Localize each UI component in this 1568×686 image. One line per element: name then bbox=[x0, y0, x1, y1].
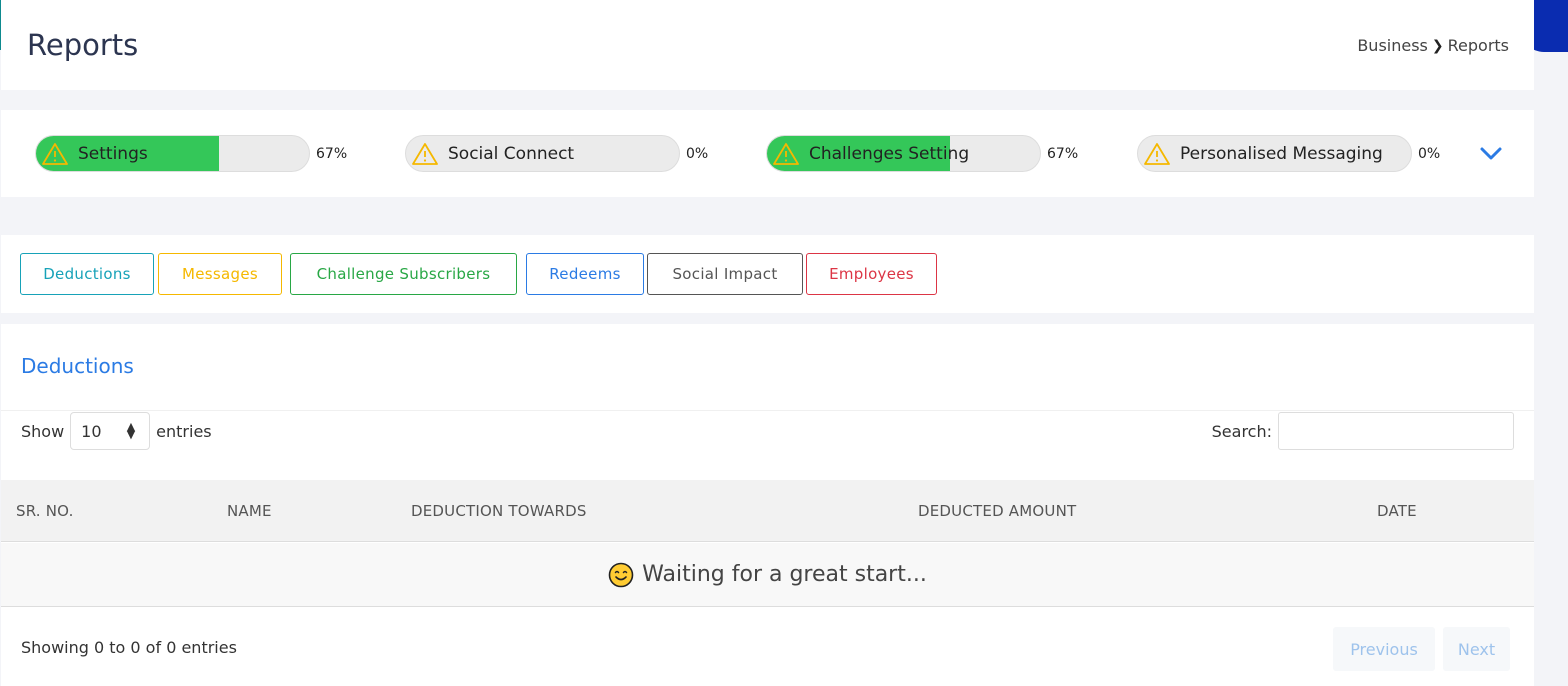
empty-table-row: Waiting for a great start... bbox=[1, 543, 1534, 607]
search-input[interactable] bbox=[1278, 412, 1514, 450]
progress-percent: 0% bbox=[1418, 145, 1441, 162]
warning-icon bbox=[412, 142, 438, 165]
empty-message: Waiting for a great start... bbox=[642, 562, 927, 587]
entries-length-control: Show 10 ▲ ▼ entries bbox=[21, 412, 212, 450]
warning-icon bbox=[773, 142, 799, 165]
column-header-date[interactable]: DATE bbox=[1377, 480, 1417, 542]
tab-deductions[interactable]: Deductions bbox=[20, 253, 154, 295]
chevron-right-icon: ❯ bbox=[1431, 37, 1444, 54]
divider bbox=[1, 410, 1534, 411]
progress-challenges-setting[interactable]: Challenges Setting 67% bbox=[766, 135, 1078, 172]
show-label: Show bbox=[21, 421, 65, 441]
progress-personalised-messaging[interactable]: Personalised Messaging 0% bbox=[1137, 135, 1440, 172]
previous-button[interactable]: Previous bbox=[1333, 627, 1435, 671]
setup-progress-card: Settings 67% Social Connect 0% Challenge… bbox=[1, 110, 1534, 197]
chevron-down-icon[interactable] bbox=[1479, 141, 1503, 165]
breadcrumb-item-reports: Reports bbox=[1447, 36, 1509, 55]
table-info: Showing 0 to 0 of 0 entries bbox=[21, 638, 237, 657]
progress-percent: 67% bbox=[316, 145, 348, 162]
warning-icon bbox=[42, 142, 68, 165]
column-header-deducted-amount[interactable]: DEDUCTED AMOUNT bbox=[918, 480, 1076, 542]
entries-label: entries bbox=[156, 421, 212, 441]
sort-arrows-icon: ▲ ▼ bbox=[126, 420, 136, 441]
warning-icon bbox=[1144, 142, 1170, 165]
tab-messages[interactable]: Messages bbox=[158, 253, 282, 295]
tab-social-impact[interactable]: Social Impact bbox=[647, 253, 803, 295]
column-header-name[interactable]: NAME bbox=[227, 480, 272, 542]
progress-label: Settings bbox=[78, 143, 148, 164]
table-header: SR. NO. NAME DEDUCTION TOWARDS DEDUCTED … bbox=[1, 480, 1534, 542]
section-title: Deductions bbox=[21, 354, 134, 378]
progress-label: Personalised Messaging bbox=[1180, 143, 1383, 164]
report-tabs: Deductions Messages Challenge Subscriber… bbox=[1, 235, 1534, 313]
page-title: Reports bbox=[27, 28, 139, 62]
progress-pill: Social Connect bbox=[405, 135, 680, 172]
progress-settings[interactable]: Settings 67% bbox=[35, 135, 347, 172]
search-control: Search: bbox=[1212, 412, 1514, 450]
entries-select[interactable]: 10 ▲ ▼ bbox=[70, 412, 151, 450]
progress-label: Social Connect bbox=[448, 143, 575, 164]
progress-label: Challenges Setting bbox=[809, 143, 970, 164]
tab-challenge-subscribers[interactable]: Challenge Subscribers bbox=[290, 253, 517, 295]
next-button[interactable]: Next bbox=[1443, 627, 1510, 671]
page-header: Reports Business ❯ Reports bbox=[1, 0, 1534, 90]
column-header-sr-no[interactable]: SR. NO. bbox=[16, 480, 74, 542]
search-label: Search: bbox=[1211, 421, 1272, 441]
tab-employees[interactable]: Employees bbox=[806, 253, 937, 295]
progress-pill: Settings bbox=[35, 135, 310, 172]
smiley-icon bbox=[608, 562, 634, 587]
progress-percent: 0% bbox=[686, 145, 709, 162]
progress-pill: Challenges Setting bbox=[766, 135, 1041, 172]
progress-social-connect[interactable]: Social Connect 0% bbox=[405, 135, 708, 172]
entries-select-value: 10 bbox=[81, 421, 102, 441]
progress-pill: Personalised Messaging bbox=[1137, 135, 1412, 172]
column-header-deduction-towards[interactable]: DEDUCTION TOWARDS bbox=[411, 480, 587, 542]
tab-redeems[interactable]: Redeems bbox=[526, 253, 644, 295]
deductions-table-card: Deductions Show 10 ▲ ▼ entries Search: SR… bbox=[1, 324, 1534, 686]
progress-percent: 67% bbox=[1047, 145, 1079, 162]
breadcrumb: Business ❯ Reports bbox=[1357, 36, 1509, 55]
breadcrumb-item-business[interactable]: Business bbox=[1357, 36, 1428, 55]
